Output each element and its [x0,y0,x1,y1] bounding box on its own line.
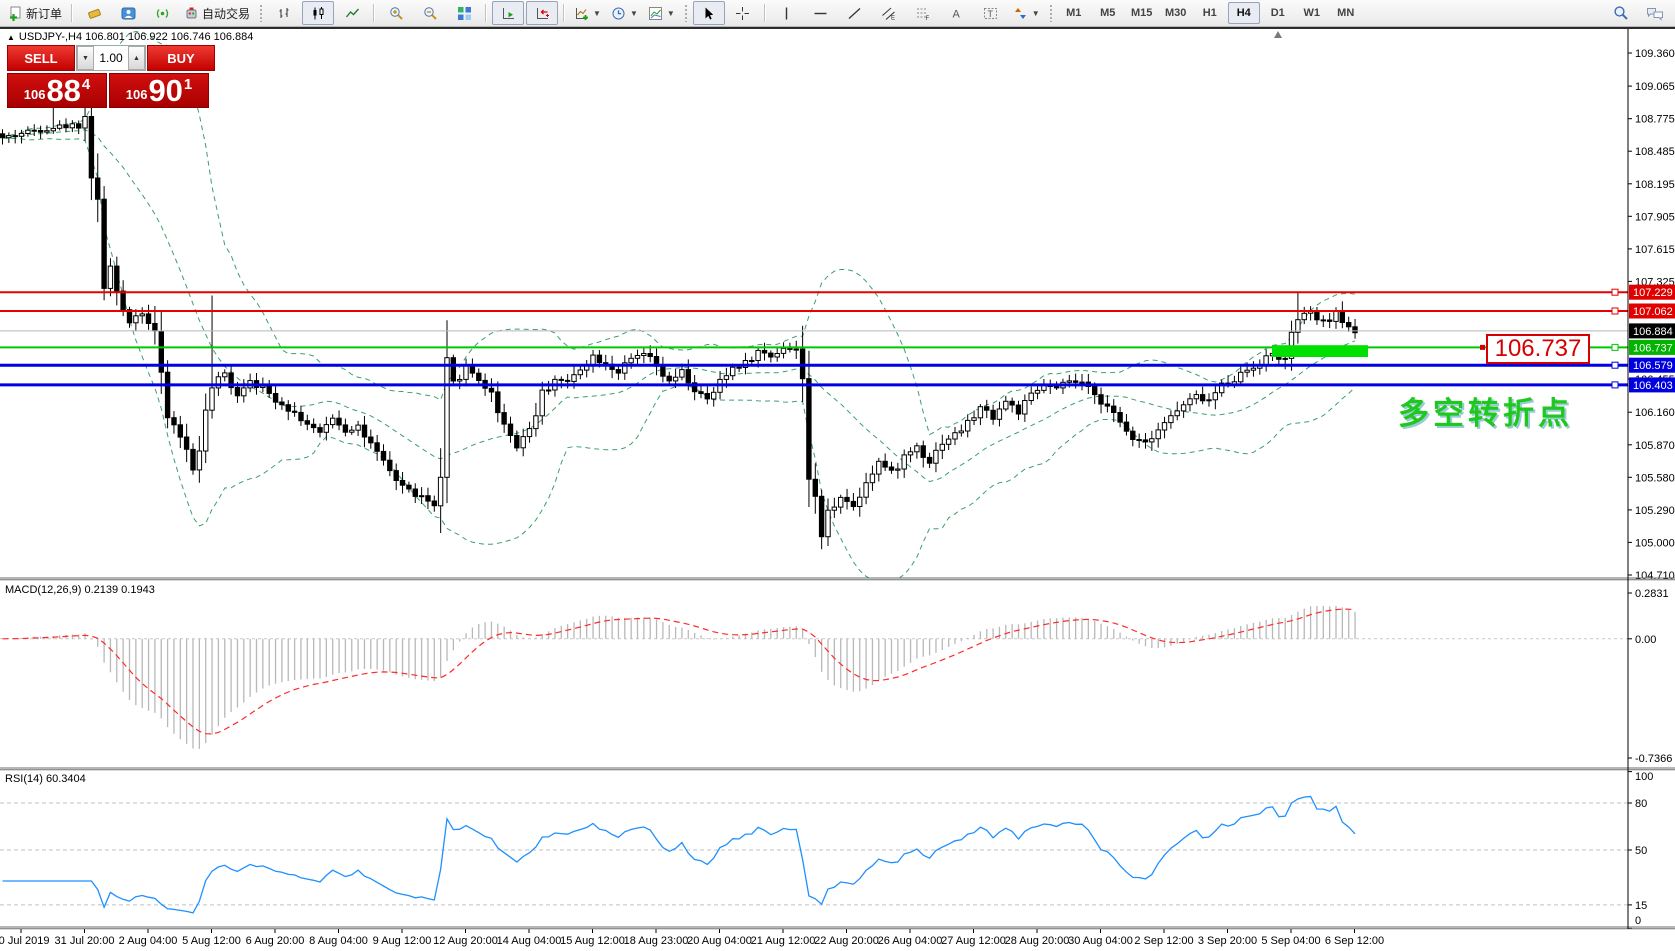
svg-text:9 Aug 12:00: 9 Aug 12:00 [373,935,432,947]
svg-text:31 Jul 20:00: 31 Jul 20:00 [55,935,115,947]
svg-text:8 Aug 04:00: 8 Aug 04:00 [309,935,368,947]
svg-text:2 Aug 04:00: 2 Aug 04:00 [119,935,178,947]
svg-text:107.905: 107.905 [1635,211,1675,223]
svg-text:109.360: 109.360 [1635,48,1675,60]
svg-text:18 Aug 23:00: 18 Aug 23:00 [624,935,689,947]
svg-text:106.160: 106.160 [1635,407,1675,419]
macd-indicator-label: MACD(12,26,9) 0.2139 0.1943 [5,584,155,596]
buy-price-point: 1 [184,76,192,93]
svg-text:109.065: 109.065 [1635,81,1675,93]
sell-price-point: 4 [82,76,90,93]
price-axis[interactable]: 109.360 109.065 108.775 108.485 108.195 107.9… [1628,48,1675,582]
chart-canvas[interactable]: 109.360 109.065 108.775 108.485 108.195 107.9… [0,0,1675,951]
svg-text:0: 0 [1635,915,1641,927]
symbol-name: USDJPY-,H4 [19,31,82,43]
symbol-marker-icon: ▲ [7,33,15,42]
sell-price[interactable]: 106884 [7,73,107,108]
price-callout-box[interactable]: 106.737 [1486,334,1590,364]
svg-text:5 Sep 04:00: 5 Sep 04:00 [1261,935,1320,947]
svg-text:2 Sep 12:00: 2 Sep 12:00 [1134,935,1193,947]
svg-text:30 Aug 04:00: 30 Aug 04:00 [1068,935,1133,947]
rsi-indicator-label: RSI(14) 60.3404 [5,773,86,785]
rsi-pane[interactable]: 100 80 50 15 0 [0,771,1653,928]
bollinger-bands [3,32,1356,582]
sell-button[interactable]: SELL [7,45,75,71]
svg-text:12 Aug 20:00: 12 Aug 20:00 [433,935,498,947]
svg-text:5 Aug 12:00: 5 Aug 12:00 [182,935,241,947]
chart-ohlc-header: ▲ USDJPY-,H4 106.801 106.922 106.746 106.… [7,31,253,43]
turning-point-annotation[interactable]: 多空转折点 [1398,388,1573,433]
svg-text:107.615: 107.615 [1635,244,1675,256]
svg-text:50: 50 [1635,845,1647,857]
ohlc-values: 106.801 106.922 106.746 106.884 [85,31,253,43]
buy-price-pips: 90 [148,77,182,105]
svg-text:14 Aug 04:00: 14 Aug 04:00 [497,935,562,947]
svg-text:106.737: 106.737 [1633,342,1673,354]
buy-price-figure: 106 [126,87,148,102]
sell-price-pips: 88 [46,77,80,105]
sell-price-figure: 106 [24,87,46,102]
svg-text:108.775: 108.775 [1635,114,1675,126]
svg-text:107.229: 107.229 [1633,287,1673,299]
mt4-window: 新订单 自动交易 [0,0,1675,951]
svg-text:106.403: 106.403 [1633,380,1673,392]
volume-down-button[interactable]: ▼ [77,46,94,70]
svg-text:106.579: 106.579 [1633,360,1673,372]
svg-text:105.580: 105.580 [1635,472,1675,484]
svg-text:6 Sep 12:00: 6 Sep 12:00 [1325,935,1384,947]
svg-text:106.884: 106.884 [1633,326,1673,338]
volume-input[interactable] [94,46,128,70]
svg-text:15 Aug 12:00: 15 Aug 12:00 [560,935,625,947]
buy-button[interactable]: BUY [147,45,215,71]
svg-text:20 Aug 04:00: 20 Aug 04:00 [687,935,752,947]
svg-text:107.062: 107.062 [1633,306,1673,318]
svg-text:30 Jul 2019: 30 Jul 2019 [0,935,49,947]
svg-text:28 Aug 20:00: 28 Aug 20:00 [1005,935,1070,947]
time-axis[interactable]: 30 Jul 2019 31 Jul 20:00 2 Aug 04:00 5 Aug … [0,929,1384,947]
volume-spinner: ▼ ▲ [76,45,146,71]
svg-text:21 Aug 12:00: 21 Aug 12:00 [751,935,816,947]
svg-text:105.000: 105.000 [1635,537,1675,549]
svg-text:26 Aug 04:00: 26 Aug 04:00 [878,935,943,947]
svg-text:-0.7366: -0.7366 [1635,753,1672,765]
svg-text:0.00: 0.00 [1635,634,1656,646]
svg-text:100: 100 [1635,771,1653,783]
svg-text:105.870: 105.870 [1635,440,1675,452]
macd-pane[interactable]: 0.2831 0.00 -0.7366 [0,588,1672,765]
one-click-trading-panel: SELL ▼ ▲ BUY 106884 106901 [7,45,209,108]
svg-text:105.290: 105.290 [1635,505,1675,517]
svg-text:3 Sep 20:00: 3 Sep 20:00 [1198,935,1257,947]
svg-text:108.485: 108.485 [1635,146,1675,158]
svg-text:15: 15 [1635,900,1647,912]
svg-text:6 Aug 20:00: 6 Aug 20:00 [246,935,305,947]
svg-text:80: 80 [1635,798,1647,810]
svg-text:0.2831: 0.2831 [1635,588,1669,600]
volume-up-button[interactable]: ▲ [128,46,145,70]
candlestick-series[interactable] [0,97,1357,549]
svg-text:22 Aug 20:00: 22 Aug 20:00 [814,935,879,947]
highlight-rectangle[interactable] [1272,345,1368,357]
buy-price[interactable]: 106901 [109,73,209,108]
svg-text:108.195: 108.195 [1635,179,1675,191]
svg-text:27 Aug 12:00: 27 Aug 12:00 [941,935,1006,947]
